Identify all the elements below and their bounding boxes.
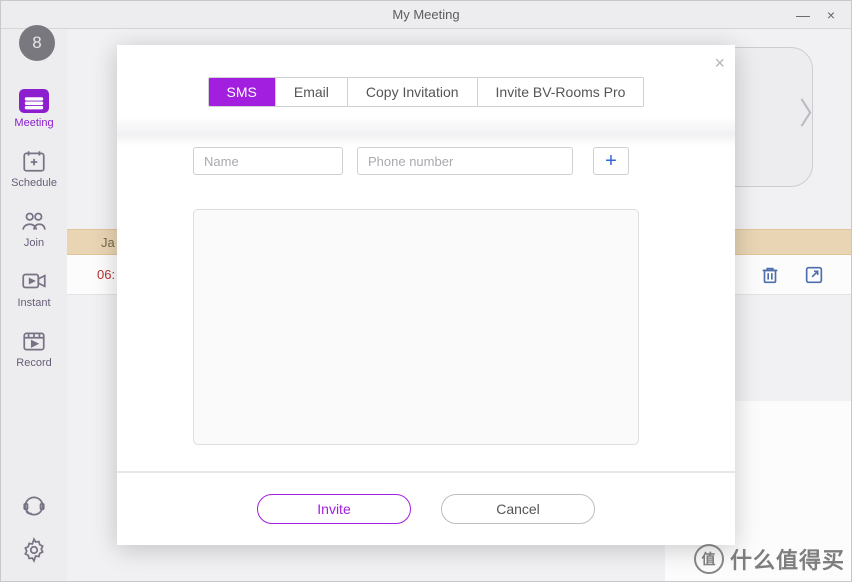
- watermark-badge: 值: [694, 544, 724, 574]
- tab-invite-rooms[interactable]: Invite BV-Rooms Pro: [478, 78, 644, 106]
- add-button[interactable]: +: [593, 147, 629, 175]
- tab-copy-invitation[interactable]: Copy Invitation: [348, 78, 478, 106]
- tab-email[interactable]: Email: [276, 78, 348, 106]
- recipients-list: [193, 209, 639, 445]
- tab-sms[interactable]: SMS: [209, 78, 276, 106]
- plus-icon: +: [605, 150, 617, 173]
- modal-body: +: [117, 147, 735, 471]
- cancel-button[interactable]: Cancel: [441, 494, 595, 524]
- invite-modal: × SMS Email Copy Invitation Invite BV-Ro…: [117, 45, 735, 545]
- app-window: My Meeting — × 8 Meeting Schedule Join: [0, 0, 852, 582]
- watermark-text: 什么值得买: [730, 543, 845, 575]
- name-input[interactable]: [193, 147, 343, 175]
- phone-input[interactable]: [357, 147, 573, 175]
- modal-close-icon[interactable]: ×: [714, 53, 725, 74]
- input-row: +: [193, 147, 659, 175]
- invite-button[interactable]: Invite: [257, 494, 411, 524]
- tab-shadow: [117, 117, 735, 147]
- watermark: 值 什么值得买: [694, 543, 845, 575]
- modal-footer: Invite Cancel: [117, 471, 735, 545]
- modal-tabs: SMS Email Copy Invitation Invite BV-Room…: [208, 77, 645, 107]
